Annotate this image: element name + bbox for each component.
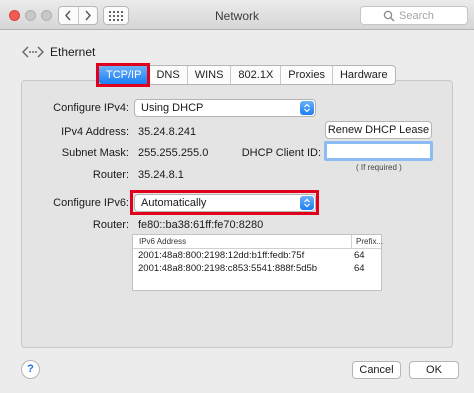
title-bar: Network Search bbox=[0, 0, 474, 30]
cancel-button[interactable]: Cancel bbox=[352, 361, 401, 379]
dhcp-client-id-label: DHCP Client ID: bbox=[241, 147, 321, 159]
ipv6-address-cell: 2001:48a8:800:2198:12dd:b1ff:fedb:75f bbox=[138, 250, 305, 261]
search-icon bbox=[383, 10, 395, 22]
configure-ipv6-label: Configure IPv6: bbox=[53, 197, 129, 209]
subnet-mask-label: Subnet Mask: bbox=[61, 147, 129, 159]
breadcrumb-label: Ethernet bbox=[50, 45, 96, 59]
ipv6-router-label: Router: bbox=[92, 219, 129, 231]
ipv4-router-label: Router: bbox=[92, 169, 129, 181]
help-button[interactable]: ? bbox=[21, 360, 40, 379]
ipv4-address-label: IPv4 Address: bbox=[61, 126, 129, 138]
tab-tcp-ip[interactable]: TCP/IP bbox=[99, 66, 149, 84]
table-row[interactable]: 2001:48a8:800:2198:12dd:b1ff:fedb:75f 64 bbox=[133, 249, 381, 262]
ipv6-address-cell: 2001:48a8:800:2198:c853:5541:888f:5d5b bbox=[138, 263, 318, 274]
configure-ipv4-label: Configure IPv4: bbox=[53, 102, 129, 114]
tab-wins[interactable]: WINS bbox=[186, 66, 231, 84]
dhcp-client-id-hint: ( If required ) bbox=[356, 163, 402, 172]
tab-hardware[interactable]: Hardware bbox=[331, 66, 395, 84]
ok-button[interactable]: OK bbox=[409, 361, 459, 379]
tab-bar: TCP/IP DNS WINS 802.1X Proxies Hardware bbox=[98, 65, 396, 85]
table-row[interactable]: 2001:48a8:800:2198:c853:5541:888f:5d5b 6… bbox=[133, 262, 381, 275]
renew-dhcp-lease-button[interactable]: Renew DHCP Lease bbox=[325, 121, 432, 139]
subnet-mask-value: 255.255.255.0 bbox=[138, 147, 209, 159]
ipv4-router-value: 35.24.8.1 bbox=[138, 169, 184, 181]
configure-ipv6-value: Automatically bbox=[141, 197, 207, 209]
ipv6-address-table[interactable]: IPv6 Address Prefix... 2001:48a8:800:219… bbox=[132, 234, 383, 291]
table-header: IPv6 Address Prefix... bbox=[133, 235, 383, 249]
configure-ipv4-value: Using DHCP bbox=[141, 102, 204, 114]
dhcp-client-id-field[interactable] bbox=[324, 141, 433, 161]
ipv6-router-value: fe80::ba38:61ff:fe70:8280 bbox=[138, 219, 264, 231]
configure-ipv6-select[interactable]: Automatically bbox=[134, 194, 316, 212]
tab-proxies[interactable]: Proxies bbox=[280, 66, 332, 84]
stepper-arrows-icon bbox=[300, 196, 314, 210]
ethernet-icon bbox=[22, 46, 44, 58]
breadcrumb: Ethernet bbox=[22, 44, 95, 60]
search-input[interactable]: Search bbox=[360, 6, 468, 25]
ipv4-address-value: 35.24.8.241 bbox=[138, 126, 197, 138]
column-header-prefix[interactable]: Prefix... bbox=[351, 235, 383, 248]
search-placeholder: Search bbox=[399, 10, 434, 22]
stepper-arrows-icon bbox=[300, 101, 314, 115]
configure-ipv4-select[interactable]: Using DHCP bbox=[134, 99, 316, 117]
prefix-cell: 64 bbox=[354, 250, 365, 261]
column-header-ipv6-address[interactable]: IPv6 Address bbox=[139, 237, 186, 246]
tab-dns[interactable]: DNS bbox=[148, 66, 186, 84]
tab-802-1x[interactable]: 802.1X bbox=[230, 66, 280, 84]
prefix-cell: 64 bbox=[354, 263, 365, 274]
